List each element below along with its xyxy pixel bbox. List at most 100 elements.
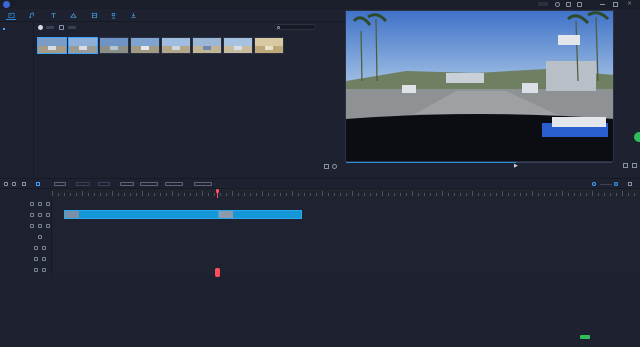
eye-icon[interactable]	[38, 223, 42, 228]
track-header	[0, 198, 52, 209]
track-header	[0, 209, 52, 220]
fullscreen-icon[interactable]	[332, 164, 337, 169]
ruler-tick	[52, 191, 53, 196]
undo-icon[interactable]	[4, 182, 8, 186]
ruler-tick	[88, 193, 89, 196]
close-icon[interactable]: ×	[627, 1, 633, 7]
preview-player[interactable]	[345, 10, 614, 162]
ruler-tick	[472, 191, 473, 196]
tool-export[interactable]	[128, 11, 138, 20]
freeze-button[interactable]	[194, 182, 212, 186]
lock-icon[interactable]	[34, 256, 38, 261]
import-button[interactable]	[46, 26, 54, 29]
media-clip[interactable]	[161, 37, 191, 54]
volume-icon[interactable]	[623, 163, 628, 168]
eye-icon[interactable]	[38, 212, 42, 217]
settings-icon[interactable]	[566, 2, 571, 7]
media-clip[interactable]	[37, 37, 67, 54]
ruler-tick	[364, 193, 365, 196]
track-lane[interactable]	[52, 231, 640, 242]
zoom-slider[interactable]	[600, 183, 612, 185]
minimize-icon[interactable]	[600, 4, 605, 5]
preview-progress-bar[interactable]	[346, 162, 612, 163]
ruler-tick	[298, 193, 299, 196]
preview-progress-fill	[346, 162, 517, 163]
track-lane[interactable]	[52, 242, 640, 253]
mute-icon[interactable]	[46, 212, 50, 217]
crop-button[interactable]	[54, 182, 66, 186]
eye-icon[interactable]	[38, 201, 42, 206]
redo-icon[interactable]	[12, 182, 16, 186]
record-button[interactable]	[68, 26, 76, 29]
tool-effects[interactable]	[89, 11, 99, 20]
lock-icon[interactable]	[34, 245, 38, 250]
mute-icon[interactable]	[46, 223, 50, 228]
media-clip[interactable]	[192, 37, 222, 54]
tool-transition[interactable]	[68, 11, 78, 20]
drop-marker[interactable]	[215, 268, 220, 277]
snapshot-icon[interactable]	[324, 164, 329, 169]
lock-icon[interactable]	[30, 201, 34, 206]
login-button[interactable]	[538, 2, 548, 6]
import-icon[interactable]	[38, 25, 43, 30]
ruler-tick	[220, 193, 221, 196]
ruler-tick	[586, 193, 587, 196]
ruler-tick	[58, 193, 59, 196]
media-clip[interactable]	[223, 37, 253, 54]
ruler-tick	[436, 193, 437, 196]
nav-item-project-media[interactable]	[3, 26, 33, 32]
mute-icon[interactable]	[42, 256, 46, 261]
track-lane[interactable]	[52, 220, 640, 231]
duration-button[interactable]	[98, 182, 110, 186]
fit-timeline-icon[interactable]	[628, 182, 632, 186]
mute-icon[interactable]	[46, 201, 50, 206]
ruler-tick	[406, 193, 407, 196]
media-clip[interactable]	[130, 37, 160, 54]
expand-icon[interactable]	[632, 163, 637, 168]
delete-icon[interactable]	[22, 182, 26, 186]
status-badge	[580, 335, 590, 339]
account-icon[interactable]	[555, 2, 560, 7]
lock-icon[interactable]	[34, 267, 38, 272]
track-lane[interactable]	[52, 264, 640, 275]
mute-icon[interactable]	[42, 267, 46, 272]
tool-elements[interactable]	[108, 11, 118, 20]
split-icon[interactable]	[36, 182, 40, 186]
timeline-ruler[interactable]	[52, 189, 640, 197]
color-button[interactable]	[120, 182, 134, 186]
track-lane[interactable]	[52, 198, 640, 209]
ruler-tick	[64, 193, 65, 196]
ruler-tick	[202, 191, 203, 196]
mute-icon[interactable]	[42, 245, 46, 250]
tool-audio[interactable]	[26, 11, 36, 20]
media-clip[interactable]	[99, 37, 129, 54]
track-lane[interactable]	[52, 253, 640, 264]
ruler-tick	[484, 193, 485, 196]
mosaic-button[interactable]	[140, 182, 158, 186]
lock-icon[interactable]	[38, 234, 42, 239]
record-icon[interactable]	[59, 25, 64, 30]
timeline-clip[interactable]	[218, 210, 302, 219]
media-search-input[interactable]	[274, 24, 316, 30]
ruler-tick	[358, 193, 359, 196]
media-clip[interactable]	[254, 37, 284, 54]
maximize-icon[interactable]	[613, 2, 618, 7]
play-icon[interactable]: ▶	[514, 164, 519, 169]
lock-icon[interactable]	[30, 212, 34, 217]
tool-media[interactable]	[6, 11, 16, 20]
media-clip[interactable]	[68, 37, 98, 54]
voiceover-button[interactable]	[165, 182, 183, 186]
zoom-in-icon[interactable]	[614, 182, 618, 186]
track-lane[interactable]	[52, 209, 640, 220]
speed-button[interactable]	[76, 182, 90, 186]
help-icon[interactable]	[577, 2, 582, 7]
ruler-tick	[574, 193, 575, 196]
ruler-tick	[382, 191, 383, 196]
lock-icon[interactable]	[30, 223, 34, 228]
zoom-out-icon[interactable]	[592, 182, 596, 186]
timeline-clip[interactable]	[64, 210, 230, 219]
tool-text[interactable]	[48, 11, 58, 20]
ruler-tick	[148, 193, 149, 196]
side-panel-toggle[interactable]	[634, 132, 640, 142]
preview-controls: ▶	[320, 162, 640, 177]
